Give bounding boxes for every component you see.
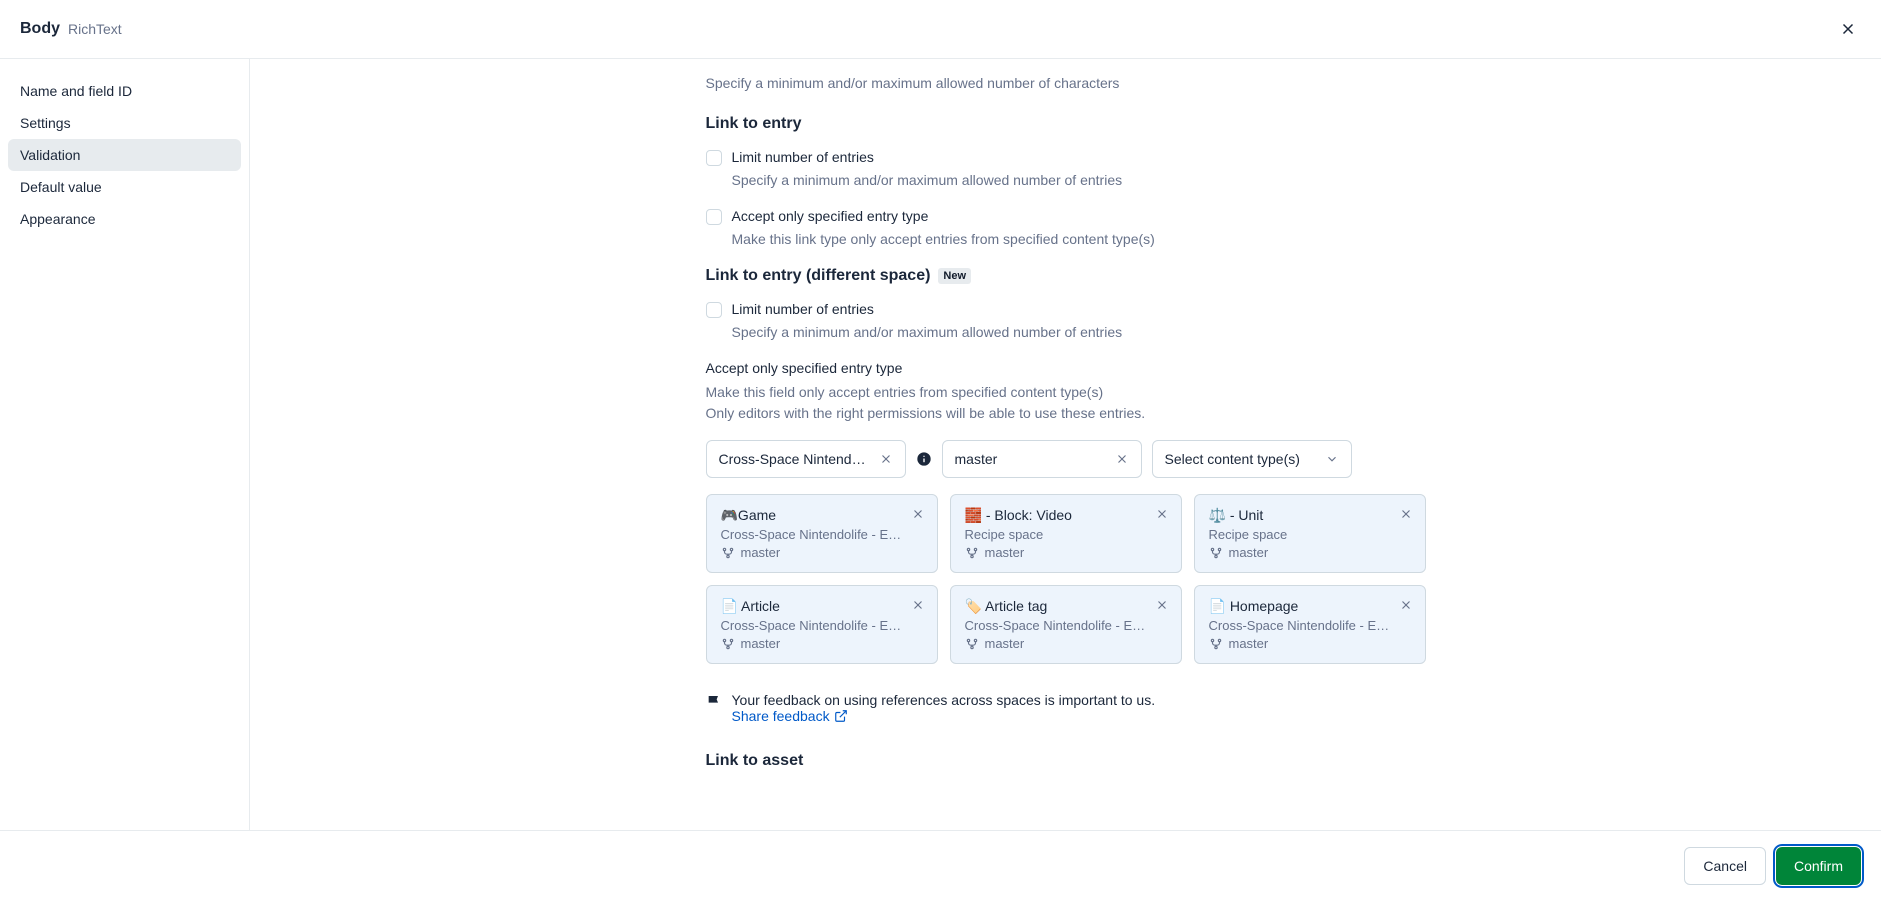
- sidebar-item-name-id[interactable]: Name and field ID: [8, 75, 241, 107]
- chip-env: master: [1209, 636, 1411, 651]
- desc-line1: Make this field only accept entries from…: [706, 384, 1104, 400]
- modal-header: Body RichText: [0, 0, 1881, 59]
- chip-env: master: [1209, 545, 1411, 560]
- confirm-button[interactable]: Confirm: [1776, 847, 1861, 885]
- branch-icon: [965, 637, 979, 651]
- chip-space: Cross-Space Nintendolife - E…: [1209, 618, 1411, 633]
- helper-text: Make this link type only accept entries …: [732, 231, 1426, 247]
- section-title-text: Link to entry: [706, 115, 802, 133]
- field-name: Body: [20, 20, 60, 38]
- section-title-text: Link to asset: [706, 752, 804, 770]
- env-filter[interactable]: master: [942, 440, 1142, 478]
- external-link-icon: [834, 709, 848, 723]
- cancel-button[interactable]: Cancel: [1684, 847, 1766, 885]
- subsection-title: Accept only specified entry type: [706, 360, 1426, 376]
- content-type-select[interactable]: Select content type(s): [1152, 440, 1352, 478]
- checkbox-label: Limit number of entries: [732, 149, 874, 165]
- branch-icon: [965, 546, 979, 560]
- chip-env: master: [721, 545, 923, 560]
- content-type-chip: 📄 Article Cross-Space Nintendolife - E… ma…: [706, 585, 938, 664]
- close-button[interactable]: [1835, 16, 1861, 42]
- sidebar-item-default-value[interactable]: Default value: [8, 171, 241, 203]
- remove-chip-icon[interactable]: [1399, 507, 1413, 521]
- info-icon[interactable]: [916, 451, 932, 467]
- chip-title: ⚖️ - Unit: [1209, 507, 1411, 524]
- modal-footer: Cancel Confirm: [0, 830, 1881, 901]
- sidebar: Name and field ID Settings Validation De…: [0, 59, 250, 830]
- sidebar-item-validation[interactable]: Validation: [8, 139, 241, 171]
- remove-chip-icon[interactable]: [911, 598, 925, 612]
- sidebar-item-appearance[interactable]: Appearance: [8, 203, 241, 235]
- chip-title: 📄 Homepage: [1209, 598, 1411, 615]
- branch-icon: [721, 637, 735, 651]
- checkbox-label: Limit number of entries: [732, 301, 874, 317]
- selected-types-grid: 🎮Game Cross-Space Nintendolife - E… master…: [706, 494, 1426, 664]
- checkbox-limit-entries-diff[interactable]: Limit number of entries: [706, 301, 1426, 318]
- checkbox-label: Accept only specified entry type: [732, 208, 929, 224]
- checkbox-icon: [706, 150, 722, 166]
- checkbox-icon: [706, 209, 722, 225]
- space-filter[interactable]: Cross-Space Nintendolife …: [706, 440, 906, 478]
- chip-space: Recipe space: [965, 527, 1167, 542]
- clear-icon[interactable]: [1115, 452, 1129, 466]
- new-badge: New: [938, 268, 971, 284]
- section-link-to-asset: Link to asset: [706, 752, 1426, 770]
- main-content: Name and field ID Settings Validation De…: [0, 59, 1881, 830]
- chip-title: 📄 Article: [721, 598, 923, 615]
- helper-text: Specify a minimum and/or maximum allowed…: [732, 324, 1426, 340]
- subsection-desc: Make this field only accept entries from…: [706, 382, 1426, 424]
- checkbox-accept-type[interactable]: Accept only specified entry type: [706, 208, 1426, 225]
- section-title-text: Link to entry (different space): [706, 267, 931, 285]
- link-text: Share feedback: [732, 708, 830, 724]
- remove-chip-icon[interactable]: [1399, 598, 1413, 612]
- remove-chip-icon[interactable]: [1155, 598, 1169, 612]
- chip-title: 🎮Game: [721, 507, 923, 524]
- feedback-text: Your feedback on using references across…: [732, 692, 1156, 708]
- feedback-row: Your feedback on using references across…: [706, 692, 1426, 724]
- chip-env: master: [965, 545, 1167, 560]
- chip-space: Cross-Space Nintendolife - E…: [965, 618, 1167, 633]
- chip-space: Cross-Space Nintendolife - E…: [721, 527, 923, 542]
- remove-chip-icon[interactable]: [911, 507, 925, 521]
- remove-chip-icon[interactable]: [1155, 507, 1169, 521]
- filter-row: Cross-Space Nintendolife … master Select…: [706, 440, 1426, 478]
- branch-icon: [1209, 546, 1223, 560]
- content-type-chip: ⚖️ - Unit Recipe space master: [1194, 494, 1426, 573]
- chip-title: 🧱 - Block: Video: [965, 507, 1167, 524]
- branch-icon: [1209, 637, 1223, 651]
- share-feedback-link[interactable]: Share feedback: [732, 708, 848, 724]
- filter-value: master: [955, 451, 1107, 467]
- content-type-chip: 🏷️ Article tag Cross-Space Nintendolife -…: [950, 585, 1182, 664]
- content-type-chip: 📄 Homepage Cross-Space Nintendolife - E… m…: [1194, 585, 1426, 664]
- flag-icon: [706, 694, 722, 710]
- section-link-to-entry: Link to entry: [706, 115, 1426, 133]
- chip-env: master: [965, 636, 1167, 651]
- branch-icon: [721, 546, 735, 560]
- desc-line2: Only editors with the right permissions …: [706, 405, 1146, 421]
- sidebar-item-settings[interactable]: Settings: [8, 107, 241, 139]
- checkbox-limit-entries[interactable]: Limit number of entries: [706, 149, 1426, 166]
- clear-icon[interactable]: [879, 452, 893, 466]
- helper-text: Specify a minimum and/or maximum allowed…: [732, 172, 1426, 188]
- content-type-chip: 🧱 - Block: Video Recipe space master: [950, 494, 1182, 573]
- content-area: Specify a minimum and/or maximum allowed…: [250, 59, 1881, 830]
- filter-placeholder: Select content type(s): [1165, 451, 1317, 467]
- section-link-to-entry-diff-space: Link to entry (different space) New: [706, 267, 1426, 285]
- chip-env: master: [721, 636, 923, 651]
- top-helper-text: Specify a minimum and/or maximum allowed…: [706, 75, 1426, 91]
- chip-space: Recipe space: [1209, 527, 1411, 542]
- chip-title: 🏷️ Article tag: [965, 598, 1167, 615]
- filter-value: Cross-Space Nintendolife …: [719, 451, 871, 467]
- chevron-down-icon: [1325, 452, 1339, 466]
- checkbox-icon: [706, 302, 722, 318]
- field-type: RichText: [68, 21, 122, 37]
- chip-space: Cross-Space Nintendolife - E…: [721, 618, 923, 633]
- content-type-chip: 🎮Game Cross-Space Nintendolife - E… master: [706, 494, 938, 573]
- close-icon: [1839, 20, 1857, 38]
